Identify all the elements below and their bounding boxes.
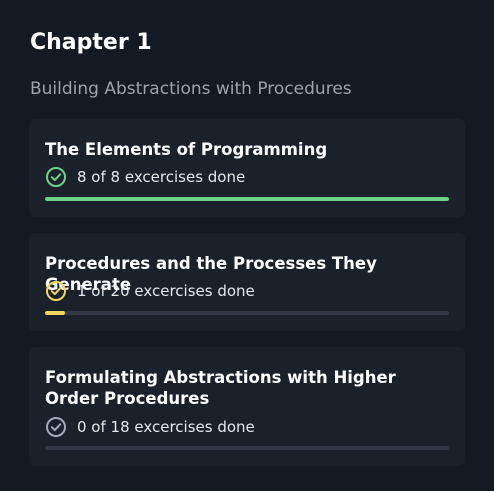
- section-title: Formulating Abstractions with Higher Ord…: [45, 368, 396, 408]
- section-card-procedures-and-processes[interactable]: Procedures and the Processes They Genera…: [29, 233, 465, 331]
- section-progress-bar: [45, 446, 449, 450]
- section-card-elements-of-programming[interactable]: The Elements of Programming 8 of 8 excer…: [29, 119, 465, 217]
- section-progress-bar: [45, 311, 449, 315]
- section-status: 0 of 18 excercises done: [45, 415, 255, 439]
- section-progress-fill: [45, 311, 66, 315]
- section-status: 1 of 20 excercises done: [45, 279, 255, 303]
- section-status-text: 1 of 20 excercises done: [77, 282, 255, 300]
- chapter-page: Chapter 1 Building Abstractions with Pro…: [0, 0, 494, 491]
- section-progress-fill: [45, 197, 449, 201]
- chapter-subtitle: Building Abstractions with Procedures: [30, 79, 352, 99]
- section-status-text: 8 of 8 excercises done: [77, 168, 246, 186]
- check-circle-icon: [45, 280, 67, 302]
- check-circle-icon: [45, 416, 67, 438]
- check-circle-icon: [45, 166, 67, 188]
- chapter-title: Chapter 1: [30, 30, 152, 55]
- section-card-higher-order-procedures[interactable]: Formulating Abstractions with Higher Ord…: [29, 347, 465, 466]
- section-status-text: 0 of 18 excercises done: [77, 418, 255, 436]
- section-status: 8 of 8 excercises done: [45, 165, 245, 189]
- section-title: The Elements of Programming: [45, 140, 328, 159]
- section-progress-bar: [45, 197, 449, 201]
